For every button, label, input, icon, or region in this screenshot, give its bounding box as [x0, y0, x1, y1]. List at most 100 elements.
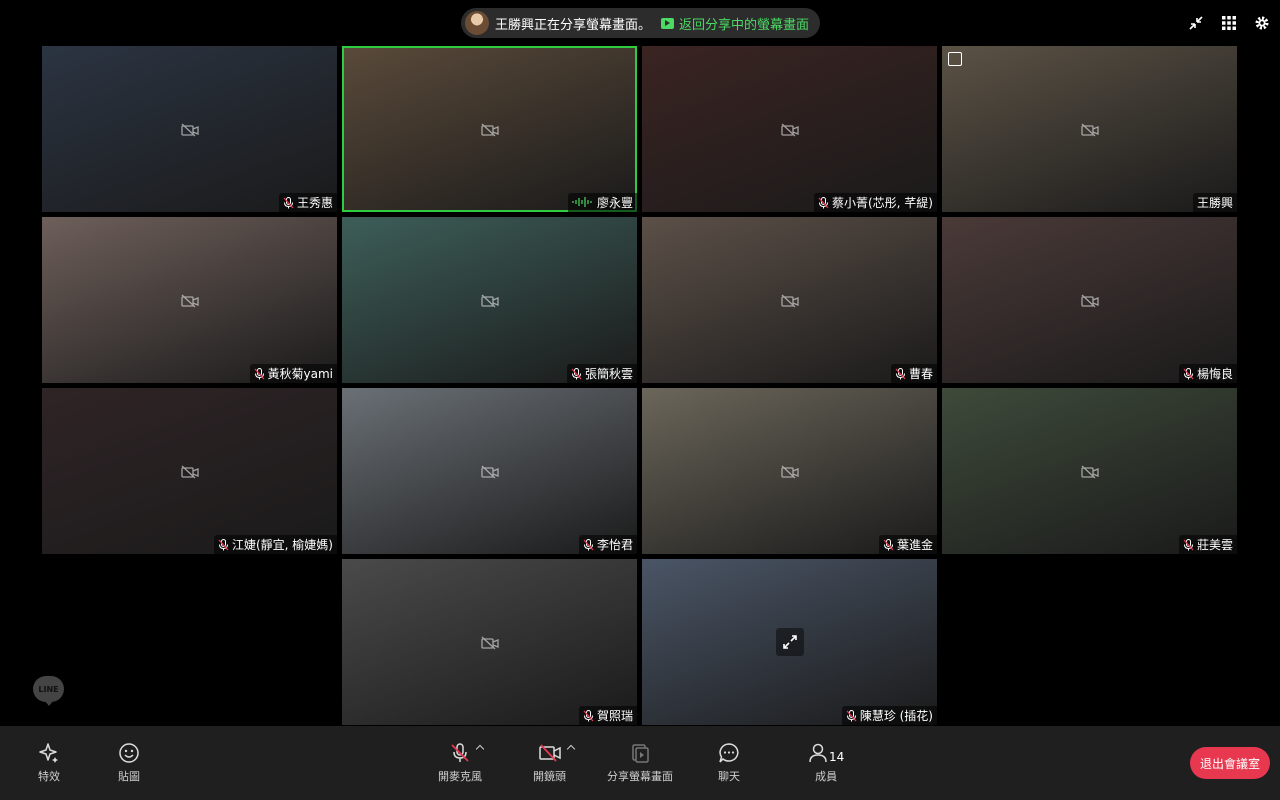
participant-name-tag: 廖永豐 — [567, 193, 637, 212]
mic-muted-icon — [583, 709, 594, 722]
participant-name-tag: 江婕(靜宜, 榆婕媽) — [214, 535, 337, 554]
share-screen-icon — [629, 742, 651, 764]
mic-muted-icon — [846, 709, 857, 722]
presenter-name: 王勝興 — [495, 17, 535, 33]
participant-tile[interactable]: 葉進金 — [642, 388, 937, 554]
mic-muted-icon — [254, 367, 265, 380]
return-to-share-link[interactable]: 返回分享中的螢幕畫面 — [661, 14, 809, 33]
participant-tile[interactable]: 李怡君 — [342, 388, 637, 554]
participant-tile[interactable]: 江婕(靜宜, 榆婕媽) — [42, 388, 337, 554]
participant-name: 王秀惠 — [296, 196, 333, 210]
camera-off-icon — [1080, 293, 1099, 308]
camera-off-icon — [780, 464, 799, 479]
mic-muted-icon — [1183, 367, 1194, 380]
participant-tile[interactable]: 曹春 — [642, 217, 937, 383]
mic-muted-icon — [1183, 538, 1194, 551]
participant-name-tag: 黃秋菊yami — [249, 364, 337, 383]
members-button[interactable]: 14 成員 — [808, 742, 844, 784]
participant-name: 楊悔良 — [1196, 367, 1233, 381]
camera-options-caret[interactable] — [566, 744, 575, 754]
camera-off-icon — [780, 293, 799, 308]
member-icon: 14 — [808, 742, 844, 764]
participant-name-tag: 楊悔良 — [1178, 364, 1237, 383]
expand-icon[interactable] — [775, 628, 804, 656]
participant-tile[interactable]: 王勝興 — [942, 46, 1237, 212]
participant-tile[interactable]: 張簡秋雲 — [342, 217, 637, 383]
mic-muted-icon — [449, 742, 485, 764]
participant-tile[interactable]: 蔡小菁(芯彤, 芊緹) — [642, 46, 937, 212]
mic-muted-icon — [571, 367, 582, 380]
stickers-label: 貼圖 — [118, 770, 140, 783]
return-link-label: 返回分享中的螢幕畫面 — [679, 17, 810, 33]
chat-label: 聊天 — [718, 770, 740, 783]
participant-name: 賀照瑞 — [596, 709, 633, 723]
settings-gear-icon[interactable] — [1253, 14, 1270, 31]
pin-icon[interactable] — [948, 52, 962, 66]
camera-off-icon — [1080, 122, 1099, 137]
grid-layout-icon[interactable] — [1220, 14, 1237, 31]
mic-muted-icon — [583, 538, 594, 551]
share-screen-icon — [661, 17, 675, 29]
participant-tile[interactable]: 陳慧珍 (插花) — [642, 559, 937, 725]
participant-name-tag: 陳慧珍 (插花) — [841, 706, 937, 725]
screen-share-banner: 王勝興 正在分享螢幕畫面。 返回分享中的螢幕畫面 — [461, 8, 820, 38]
participant-name-tag: 葉進金 — [878, 535, 937, 554]
participant-name-tag: 賀照瑞 — [578, 706, 637, 725]
participant-name-tag: 蔡小菁(芯彤, 芊緹) — [814, 193, 937, 212]
mic-toggle-button[interactable]: 開麥克風 — [438, 742, 485, 784]
collapse-icon[interactable] — [1187, 14, 1204, 31]
stickers-button[interactable]: 貼圖 — [118, 742, 140, 784]
bottom-toolbar: 特效 貼圖 開麥克風 開鏡頭 分享螢幕畫面 聊天 14 成員 — [0, 726, 1280, 800]
camera-off-icon — [538, 742, 575, 764]
mic-options-caret[interactable] — [475, 744, 485, 754]
mic-muted-icon — [883, 538, 894, 551]
line-logo: LINE — [33, 676, 64, 706]
participant-name: 莊美雲 — [1196, 538, 1233, 552]
participant-name: 曹春 — [908, 367, 933, 381]
participant-name: 李怡君 — [596, 538, 633, 552]
participant-tile[interactable]: 廖永豐 — [342, 46, 637, 212]
participant-tile[interactable]: 王秀惠 — [42, 46, 337, 212]
camera-off-icon — [480, 293, 499, 308]
participant-name: 江婕(靜宜, 榆婕媽) — [232, 538, 333, 552]
participant-tile[interactable]: 楊悔良 — [942, 217, 1237, 383]
participant-name: 黃秋菊yami — [267, 367, 333, 381]
participant-name: 葉進金 — [896, 538, 933, 552]
camera-toggle-button[interactable]: 開鏡頭 — [533, 742, 575, 784]
members-label: 成員 — [815, 770, 838, 783]
effects-label: 特效 — [38, 770, 60, 783]
chat-bubble-icon — [718, 742, 740, 764]
chat-button[interactable]: 聊天 — [718, 742, 740, 784]
camera-off-icon — [1080, 464, 1099, 479]
participant-name: 王勝興 — [1196, 196, 1233, 210]
participant-name: 陳慧珍 (插花) — [859, 709, 933, 723]
banner-message: 正在分享螢幕畫面。 — [534, 17, 652, 33]
effects-button[interactable]: 特效 — [38, 742, 60, 784]
share-screen-button[interactable]: 分享螢幕畫面 — [607, 742, 673, 784]
participant-name: 廖永豐 — [596, 196, 633, 210]
participant-tile[interactable]: 賀照瑞 — [342, 559, 637, 725]
mic-muted-icon — [818, 196, 829, 209]
top-right-controls — [1187, 14, 1270, 31]
participant-name: 張簡秋雲 — [584, 367, 633, 381]
camera-off-icon — [780, 122, 799, 137]
participant-name-tag: 王秀惠 — [278, 193, 337, 212]
participant-name-tag: 李怡君 — [578, 535, 637, 554]
mic-muted-icon — [283, 196, 294, 209]
participant-tile[interactable]: 莊美雲 — [942, 388, 1237, 554]
participant-tile[interactable]: 黃秋菊yami — [42, 217, 337, 383]
camera-off-icon — [180, 122, 199, 137]
member-count: 14 — [829, 750, 845, 764]
presenter-avatar — [465, 11, 489, 35]
participant-name-tag: 曹春 — [890, 364, 937, 383]
participant-name-tag: 張簡秋雲 — [566, 364, 637, 383]
mic-muted-icon — [218, 538, 229, 551]
leave-meeting-button[interactable]: 退出會議室 — [1190, 747, 1270, 779]
camera-off-icon — [180, 464, 199, 479]
camera-label: 開鏡頭 — [533, 770, 566, 783]
participant-name-tag: 莊美雲 — [1178, 535, 1237, 554]
mic-muted-icon — [895, 367, 906, 380]
mic-label: 開麥克風 — [438, 770, 482, 783]
camera-off-icon — [480, 464, 499, 479]
camera-off-icon — [480, 635, 499, 650]
